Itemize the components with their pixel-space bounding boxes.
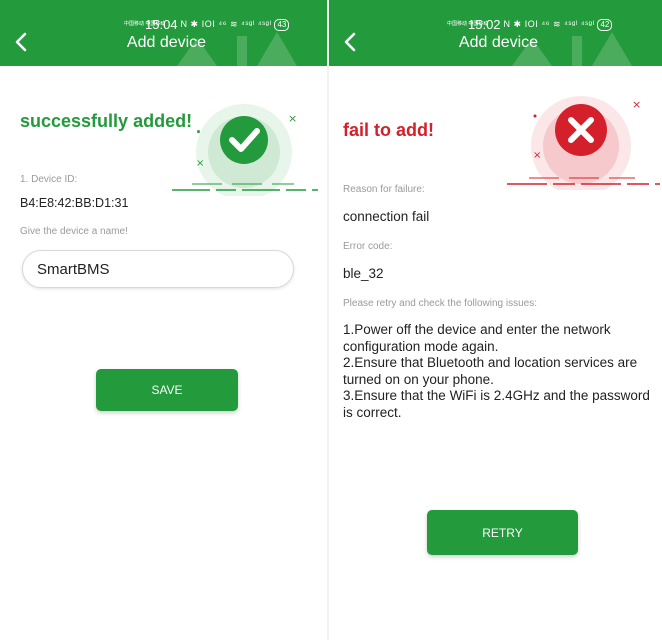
svg-text:×: × [632, 98, 641, 111]
svg-text:×: × [196, 158, 204, 169]
issue-item: 3.Ensure that the WiFi is 2.4GHz and the… [343, 388, 650, 420]
save-button[interactable]: SAVE [96, 369, 238, 411]
result-title: fail to add! [343, 120, 434, 140]
error-code-label: Error code: [343, 241, 393, 252]
battery-icon: 42 [597, 18, 613, 31]
clock: 15:02 [468, 17, 501, 32]
device-name-label: Give the device a name! [20, 226, 128, 237]
battery-icon: 43 [274, 18, 290, 31]
status-bar: 中国移动 中国移动 15:02 N ✱ ⅠOⅠ ⁴⁶ ≋ ⁴ˢᵍˡ ⁴ˢᵍˡ 4… [447, 17, 613, 32]
device-id-label: 1. Device ID: [20, 174, 78, 185]
failure-reason-label: Reason for failure: [343, 184, 425, 195]
system-icons: N ✱ ⅠOⅠ ⁴⁶ ≋ ⁴ˢᵍˡ ⁴ˢᵍˡ [503, 19, 595, 29]
retry-button[interactable]: RETRY [427, 510, 578, 555]
failure-screen: 中国移动 中国移动 15:02 N ✱ ⅠOⅠ ⁴⁶ ≋ ⁴ˢᵍˡ ⁴ˢᵍˡ 4… [329, 0, 662, 640]
check-circle-icon: × × [172, 104, 318, 196]
issue-item: 1.Power off the device and enter the net… [343, 322, 611, 354]
status-bar: 中国移动 中国移动 15:04 N ✱ ⅠOⅠ ⁴⁶ ≋ ⁴ˢᵍˡ ⁴ˢᵍˡ 4… [124, 17, 290, 32]
issues-list: 1.Power off the device and enter the net… [343, 322, 655, 421]
device-id-value: B4:E8:42:BB:D1:31 [20, 196, 129, 210]
clock: 15:04 [145, 17, 178, 32]
retry-hint-label: Please retry and check the following iss… [343, 298, 537, 309]
app-header: 中国移动 中国移动 15:02 N ✱ ⅠOⅠ ⁴⁶ ≋ ⁴ˢᵍˡ ⁴ˢᵍˡ 4… [329, 0, 662, 66]
issue-item: 2.Ensure that Bluetooth and location ser… [343, 355, 638, 387]
carrier-label: 中国移动 中国移动 [447, 21, 489, 27]
failure-reason-value: connection fail [343, 209, 430, 224]
error-code-value: ble_32 [343, 266, 384, 281]
system-icons: N ✱ ⅠOⅠ ⁴⁶ ≋ ⁴ˢᵍˡ ⁴ˢᵍˡ [180, 19, 272, 29]
carrier-label: 中国移动 中国移动 [124, 21, 166, 27]
page-title: Add device [126, 34, 207, 51]
x-circle-icon: × × [507, 96, 660, 190]
svg-text:×: × [288, 112, 297, 125]
success-screen: 中国移动 中国移动 15:04 N ✱ ⅠOⅠ ⁴⁶ ≋ ⁴ˢᵍˡ ⁴ˢᵍˡ 4… [0, 0, 327, 640]
device-name-input[interactable] [22, 250, 294, 288]
app-header: 中国移动 中国移动 15:04 N ✱ ⅠOⅠ ⁴⁶ ≋ ⁴ˢᵍˡ ⁴ˢᵍˡ 4… [0, 0, 327, 66]
svg-text:×: × [533, 150, 541, 161]
result-title: successfully added! [20, 111, 193, 131]
page-title: Add device [458, 34, 539, 51]
